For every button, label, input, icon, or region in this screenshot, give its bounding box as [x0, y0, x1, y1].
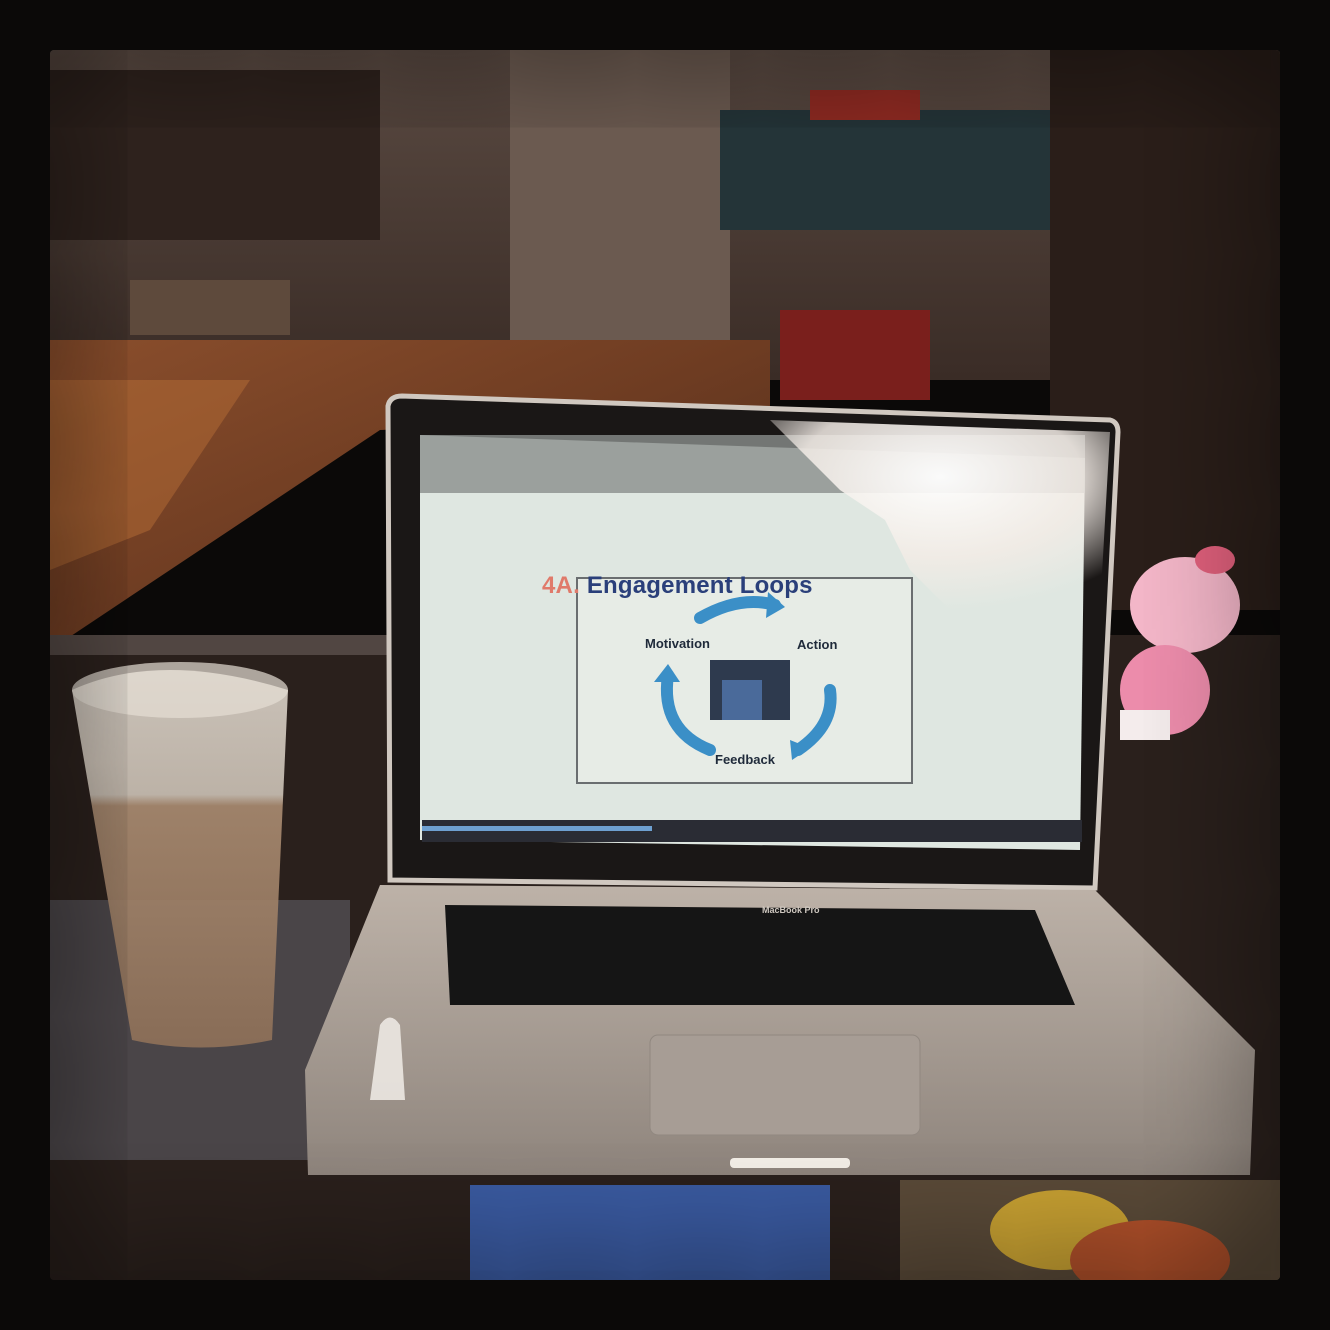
slide-title-text: Engagement Loops: [579, 572, 813, 599]
sideboard: [50, 70, 380, 240]
red-toy: [780, 310, 930, 400]
video-progress: [422, 826, 652, 831]
book-blue: [470, 1185, 830, 1280]
slide-title: 4A. Engagement Loops: [542, 572, 813, 600]
slide-number: 4A.: [542, 572, 580, 599]
suitcase: [130, 280, 290, 335]
webcam-person: [722, 680, 762, 720]
table-edge: [50, 635, 395, 655]
laptop-brand-label: MacBook Pro: [762, 905, 820, 915]
toy-bow: [1195, 546, 1235, 574]
trackpad: [649, 1034, 921, 1136]
label-feedback: Feedback: [715, 752, 775, 767]
doorway: [510, 50, 730, 340]
kitchen-chair: [720, 110, 1060, 230]
red-bowl: [810, 90, 920, 120]
label-action: Action: [797, 637, 838, 652]
keyboard: [445, 905, 1075, 1005]
photo-scene: 4A. Engagement Loops Motivation Action F…: [50, 50, 1280, 1280]
photo-frame: 4A. Engagement Loops Motivation Action F…: [0, 0, 1330, 1330]
scene-graphics: [50, 50, 1280, 1280]
toy-tag: [1120, 710, 1170, 740]
label-motivation: Motivation: [645, 636, 710, 651]
glass-rim: [72, 662, 288, 718]
front-latch: [730, 1158, 850, 1168]
